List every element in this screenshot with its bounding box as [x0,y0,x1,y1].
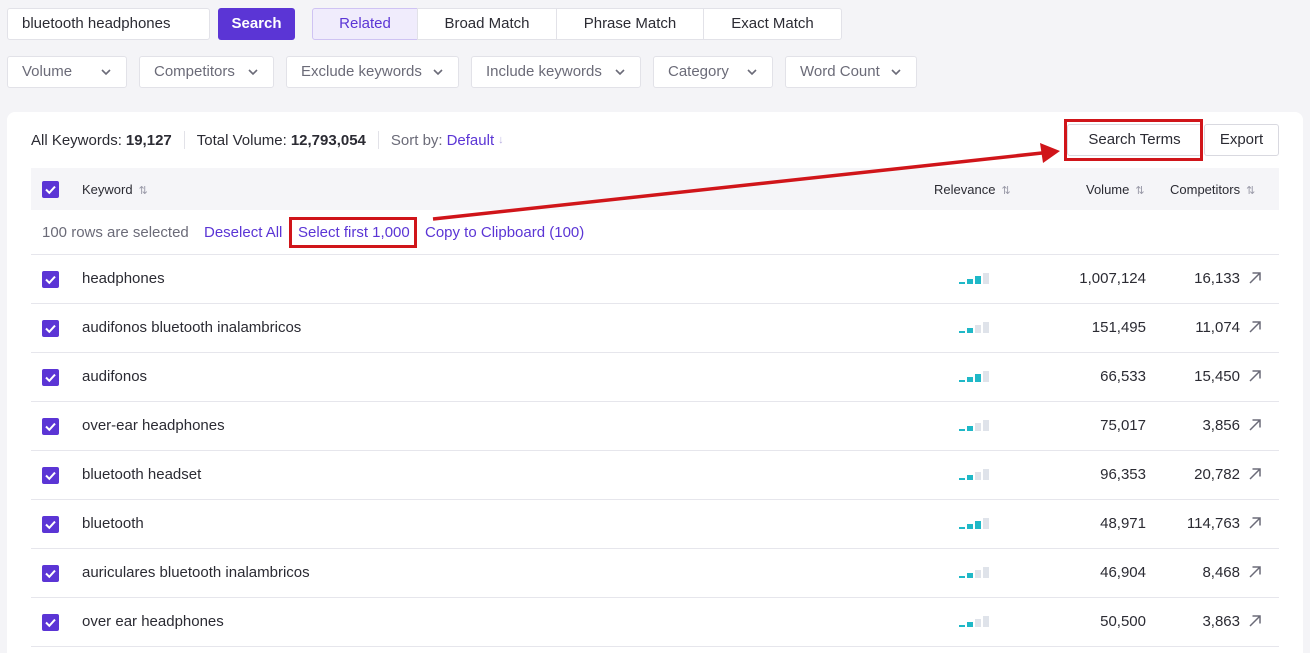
annotation-arrow-icon [432,143,1060,221]
